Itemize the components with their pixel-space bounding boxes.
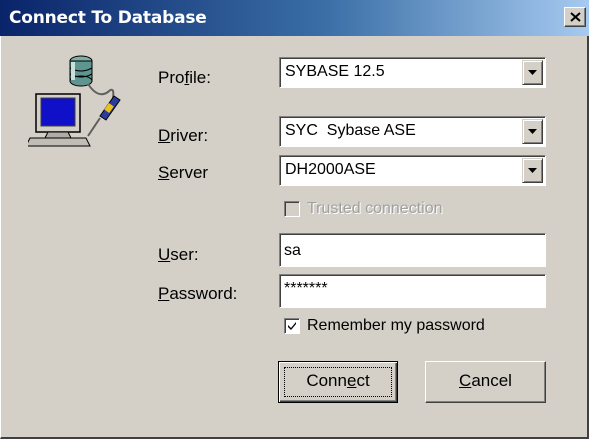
close-icon bbox=[570, 12, 581, 22]
trusted-connection-label: Trusted connection bbox=[307, 200, 443, 217]
server-select[interactable]: DH2000ASE bbox=[279, 155, 546, 186]
server-label: Server bbox=[158, 163, 209, 182]
user-label: User: bbox=[158, 245, 199, 264]
chevron-down-icon bbox=[528, 168, 537, 173]
profile-label: Profile: bbox=[158, 68, 211, 87]
chevron-down-icon bbox=[528, 70, 537, 75]
password-input[interactable]: ******* bbox=[279, 274, 546, 308]
profile-select[interactable]: SYBASE 12.5 bbox=[279, 57, 546, 88]
database-computer-icon bbox=[28, 55, 121, 147]
cancel-button[interactable]: Cancel bbox=[425, 361, 546, 403]
password-value: ******* bbox=[284, 280, 328, 297]
window-title: Connect To Database bbox=[9, 8, 207, 28]
user-value: sa bbox=[284, 242, 301, 259]
driver-dropdown-button[interactable] bbox=[522, 119, 543, 144]
title-bar[interactable]: Connect To Database bbox=[0, 0, 589, 36]
close-button[interactable] bbox=[564, 7, 586, 27]
profile-value: SYBASE 12.5 bbox=[285, 63, 385, 80]
profile-dropdown-button[interactable] bbox=[522, 60, 543, 85]
trusted-connection-checkbox[interactable] bbox=[284, 201, 300, 217]
user-input[interactable]: sa bbox=[279, 233, 546, 267]
server-dropdown-button[interactable] bbox=[522, 158, 543, 183]
driver-value: SYC Sybase ASE bbox=[285, 122, 416, 139]
connect-button[interactable]: Connect bbox=[278, 361, 398, 403]
driver-select[interactable]: SYC Sybase ASE bbox=[279, 116, 546, 147]
checkmark-icon bbox=[288, 322, 296, 330]
server-value: DH2000ASE bbox=[285, 161, 376, 178]
driver-label: Driver: bbox=[158, 126, 209, 145]
chevron-down-icon bbox=[528, 129, 537, 134]
remember-password-checkbox[interactable] bbox=[284, 318, 300, 334]
remember-password-label: Remember my password bbox=[307, 317, 485, 334]
password-label: Password: bbox=[158, 284, 238, 303]
